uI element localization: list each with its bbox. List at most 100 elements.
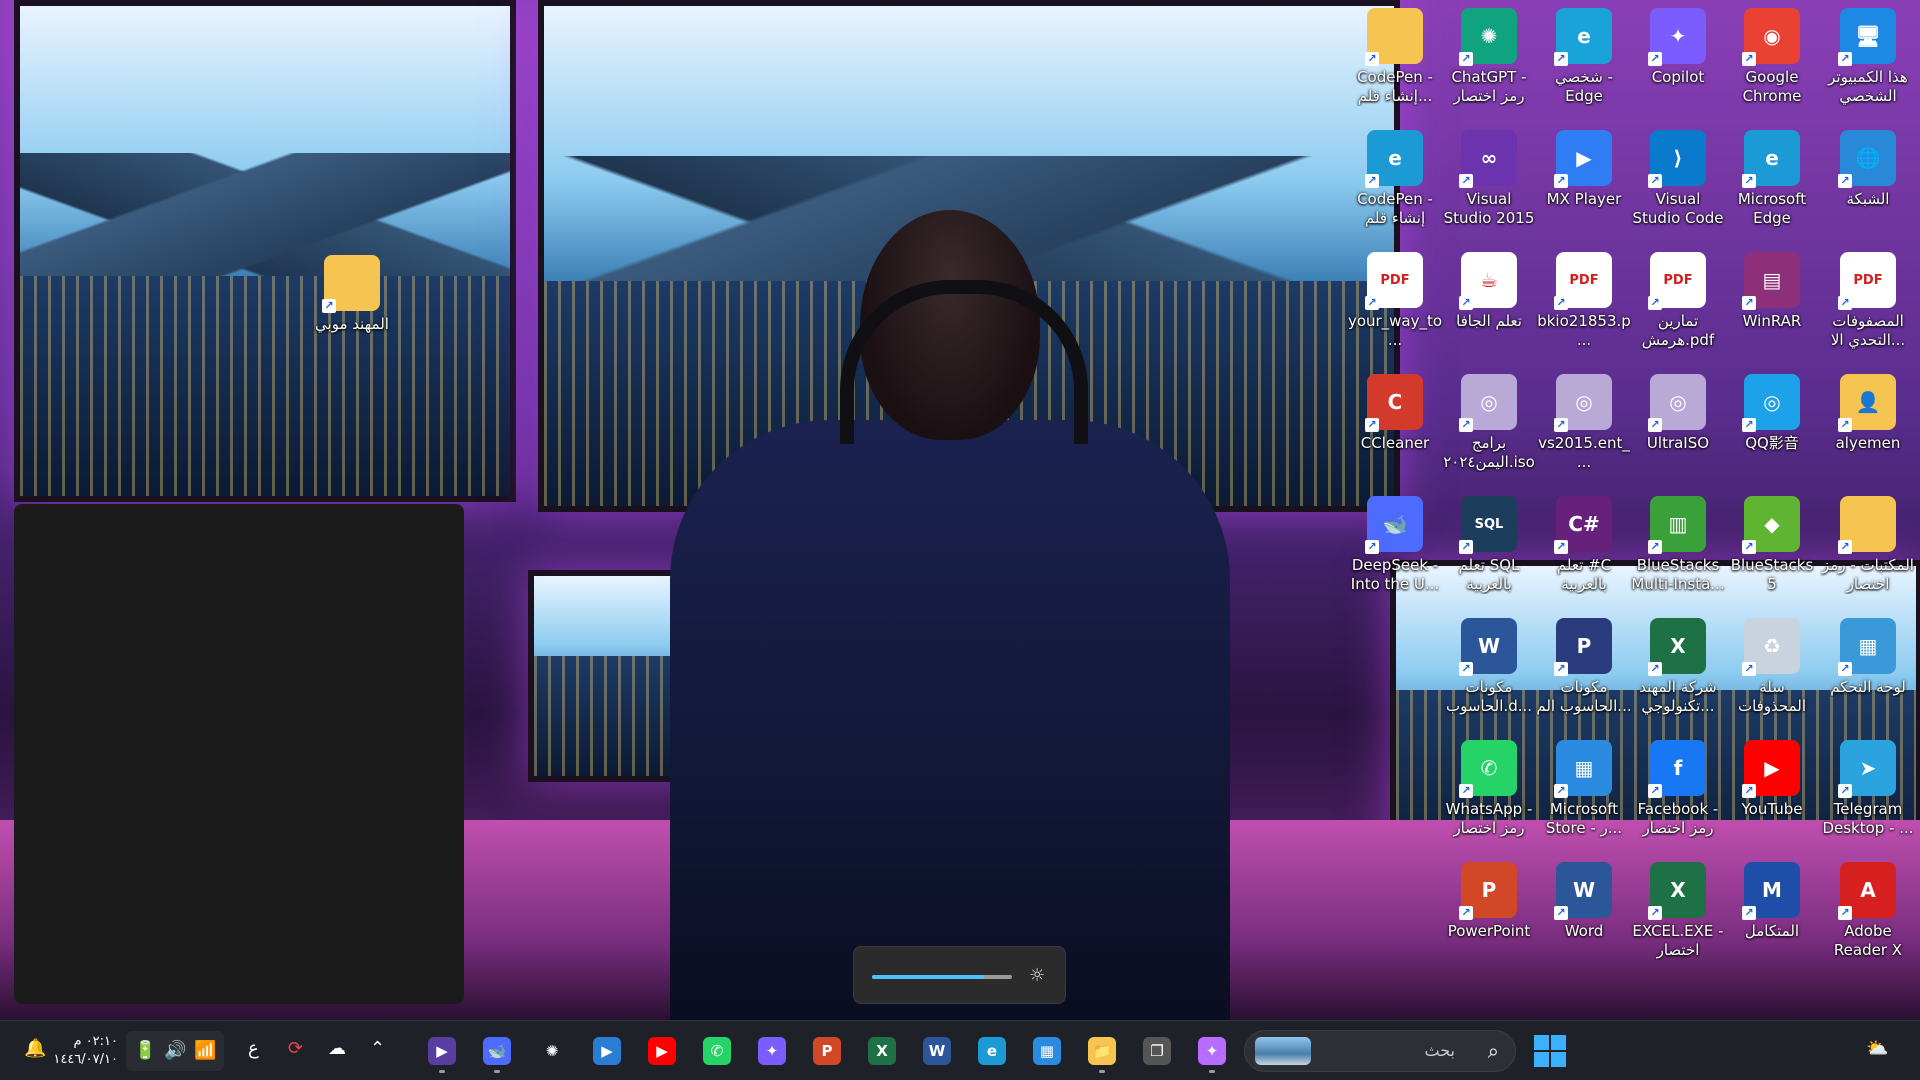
system-tray-group[interactable]: 🔋 🔊 📶	[126, 1031, 224, 1071]
recycle-bin-icon: ♻ ↗	[1742, 618, 1800, 676]
brightness-icon: ☼	[1029, 965, 1046, 986]
taskbar-youtube-button[interactable]: ▶	[642, 1031, 682, 1071]
weather-icon[interactable]: ⛅	[1866, 1038, 1888, 1059]
desktop-icon[interactable]: W ↗ مكونات الحاسوب.d...	[1446, 618, 1532, 726]
shortcut-arrow-icon: ↗	[1554, 52, 1568, 66]
desktop-icon[interactable]: P ↗ مكونات الحاسوب الم...	[1536, 618, 1632, 726]
taskbar-file-explorer-button[interactable]: 📁	[1082, 1031, 1122, 1073]
desktop-icon[interactable]: M ↗ المتكامل	[1730, 862, 1814, 970]
desktop-icon[interactable]: PDF ↗ المصفوفات التحدي الا...	[1826, 252, 1910, 360]
desktop-icon[interactable]: ▦ ↗ لوحة التحكم	[1826, 618, 1910, 726]
desktop-icon-label: Microsoft Store - ر...	[1545, 800, 1623, 837]
desktop-icon-label: Copilot	[1651, 68, 1705, 86]
winrar-icon: ▤ ↗	[1742, 252, 1800, 310]
taskbar-excel-button[interactable]: X	[862, 1031, 902, 1071]
desktop-icon-label: لوحة التحكم	[1830, 678, 1906, 696]
sync-icon[interactable]: ⟳	[288, 1038, 303, 1059]
desktop-icon[interactable]: ◎ ↗ QQ影音	[1730, 374, 1814, 482]
onedrive-icon[interactable]: ☁	[328, 1038, 346, 1059]
desktop-icon[interactable]: ↗ CodePen - إنشاء قلم...	[1353, 8, 1437, 116]
folder-icon: ↗	[1365, 8, 1423, 66]
shortcut-arrow-icon: ↗	[1459, 174, 1473, 188]
shortcut-arrow-icon: ↗	[1554, 784, 1568, 798]
taskbar-task-view-button[interactable]: ❐	[1137, 1031, 1177, 1071]
desktop-icon[interactable]: ☕ ↗ تعلم الجافا	[1447, 252, 1531, 360]
desktop-icon-label: CodePen - إنشاء قلم	[1357, 190, 1433, 227]
desktop-icon[interactable]: ∞ ↗ Visual Studio 2015	[1444, 130, 1534, 238]
desktop-icon[interactable]: PDF ↗ bkio21853.p...	[1537, 252, 1631, 360]
taskbar-copilot-pre-button[interactable]: ✦	[1192, 1031, 1232, 1073]
taskbar-chatgpt-button[interactable]: ✺	[532, 1031, 572, 1071]
widget-panel[interactable]	[14, 504, 464, 1004]
language-indicator[interactable]: ع	[248, 1038, 259, 1059]
desktop-icon[interactable]: C# ↗ تعلم #C بالعربية	[1542, 496, 1626, 604]
taskbar-media-player-button[interactable]: ▶	[422, 1031, 462, 1073]
desktop-icon[interactable]: ↗ المكتبات - رمز اختصار	[1822, 496, 1914, 604]
desktop-icon[interactable]: ◉ ↗ Google Chrome	[1730, 8, 1814, 116]
desktop-icon[interactable]: ➤ ↗ Telegram Desktop - ...	[1822, 740, 1914, 848]
desktop-icon[interactable]: ◎ ↗ vs2015.ent_...	[1538, 374, 1630, 482]
shortcut-arrow-icon: ↗	[1365, 52, 1379, 66]
brightness-flyout[interactable]: ☼	[853, 946, 1066, 1004]
taskbar-word-button[interactable]: W	[917, 1031, 957, 1071]
desktop-icon[interactable]: ✆ ↗ WhatsApp - رمز اختصار	[1446, 740, 1532, 848]
notification-bell-icon[interactable]: 🔔	[24, 1038, 46, 1059]
desktop-icon[interactable]: A ↗ Adobe Reader X	[1826, 862, 1910, 970]
taskbar-edge-button[interactable]: e	[972, 1031, 1012, 1071]
desktop-icon[interactable]: P ↗ PowerPoint	[1447, 862, 1531, 970]
qqplayer-icon: ◎ ↗	[1742, 374, 1800, 432]
desktop-icon[interactable]: SQL ↗ تعلم SQL بالعربية	[1447, 496, 1531, 604]
desktop-icon[interactable]: 🖥 ↗ هذا الكمبيوتر الشخصي	[1826, 8, 1910, 116]
desktop-icon[interactable]: ▥ ↗ BlueStacks Multi-Insta...	[1631, 496, 1725, 604]
desktop-icon[interactable]: ▶ ↗ MX Player	[1542, 130, 1626, 238]
taskbar-movies-button[interactable]: ▶	[587, 1031, 627, 1071]
search-box[interactable]: بحث ⌕	[1244, 1030, 1516, 1072]
desktop-icon[interactable]: e ↗ Microsoft Edge	[1730, 130, 1814, 238]
taskbar-powerpoint-button[interactable]: P	[807, 1031, 847, 1071]
desktop-icon[interactable]: ◎ ↗ برامج اليمن٢٠٢٤.iso	[1443, 374, 1535, 482]
edge-icon: e ↗	[1365, 130, 1423, 188]
desktop-icon[interactable]: ◎ ↗ UltraISO	[1636, 374, 1720, 482]
desktop-icon[interactable]: ▤ ↗ WinRAR	[1730, 252, 1814, 360]
pdf-icon: PDF ↗	[1838, 252, 1896, 310]
start-button[interactable]	[1534, 1035, 1566, 1067]
desktop-icon[interactable]: e ↗ CodePen - إنشاء قلم	[1353, 130, 1437, 238]
desktop-icon[interactable]: 🐋 ↗ DeepSeek - Into the U...	[1351, 496, 1439, 604]
desktop-icon[interactable]: C ↗ CCleaner	[1353, 374, 1437, 482]
clock[interactable]: ٠٢:١٠ م ١٤٤٦/٠٧/١٠	[50, 1033, 118, 1069]
desktop-icon[interactable]: ✺ ↗ ChatGPT - رمز اختصار	[1447, 8, 1531, 116]
taskbar-deepseek-button[interactable]: 🐋	[477, 1031, 517, 1073]
desktop-icon[interactable]: ♻ ↗ سلة المحذوفات	[1730, 618, 1814, 726]
brightness-slider[interactable]	[872, 975, 1012, 979]
desktop-icon-label: Word	[1564, 922, 1604, 940]
desktop-icon[interactable]: X ↗ شركة المهند تكنولوجي...	[1636, 618, 1720, 726]
desktop-icon[interactable]: ▦ ↗ Microsoft Store - ر...	[1542, 740, 1626, 848]
shortcut-arrow-icon: ↗	[1838, 52, 1852, 66]
desktop-icon[interactable]: f ↗ Facebook - رمز اختصار	[1636, 740, 1720, 848]
desktop-icon-label: Visual Studio 2015	[1443, 190, 1535, 227]
desktop-icon-label: شخصي - Edge	[1555, 68, 1613, 105]
taskbar-whatsapp-button[interactable]: ✆	[697, 1031, 737, 1071]
desktop-icon[interactable]: PDF ↗ your_way_to...	[1348, 252, 1442, 360]
taskbar-store-button[interactable]: ▦	[1027, 1031, 1067, 1071]
desktop-icon[interactable]: e ↗ شخصي - Edge	[1542, 8, 1626, 116]
desktop-icon[interactable]: PDF ↗ تمارين هرمش.pdf	[1636, 252, 1720, 360]
desktop-icon-label: BlueStacks 5	[1730, 556, 1814, 593]
shortcut-arrow-icon: ↗	[1459, 296, 1473, 310]
desktop-icon[interactable]: 👤 ↗ alyemen	[1826, 374, 1910, 482]
chevron-up-icon[interactable]: ⌃	[370, 1038, 385, 1059]
desktop-icon[interactable]: ✦ ↗ Copilot	[1636, 8, 1720, 116]
shortcut-arrow-icon: ↗	[1554, 662, 1568, 676]
desktop-icon[interactable]: ◆ ↗ BlueStacks 5	[1730, 496, 1814, 604]
taskbar-copilot-button[interactable]: ✦	[752, 1031, 792, 1071]
shortcut-arrow-icon: ↗	[1459, 784, 1473, 798]
movies-icon: ▶	[593, 1037, 621, 1065]
desktop-icon[interactable]: ▶ ↗ YouTube	[1730, 740, 1814, 848]
desktop-icon[interactable]: ⟩ ↗ Visual Studio Code	[1633, 130, 1723, 238]
shortcut-arrow-icon: ↗	[1459, 540, 1473, 554]
desktop-icon-label: هذا الكمبيوتر الشخصي	[1828, 68, 1908, 105]
desktop-icon[interactable]: X ↗ EXCEL.EXE - اختصار	[1632, 862, 1724, 970]
desktop-icon[interactable]: ↗ المهند موبي	[310, 255, 394, 363]
desktop-icon[interactable]: 🌐 ↗ الشبكة	[1826, 130, 1910, 238]
desktop-icon[interactable]: W ↗ Word	[1542, 862, 1626, 970]
